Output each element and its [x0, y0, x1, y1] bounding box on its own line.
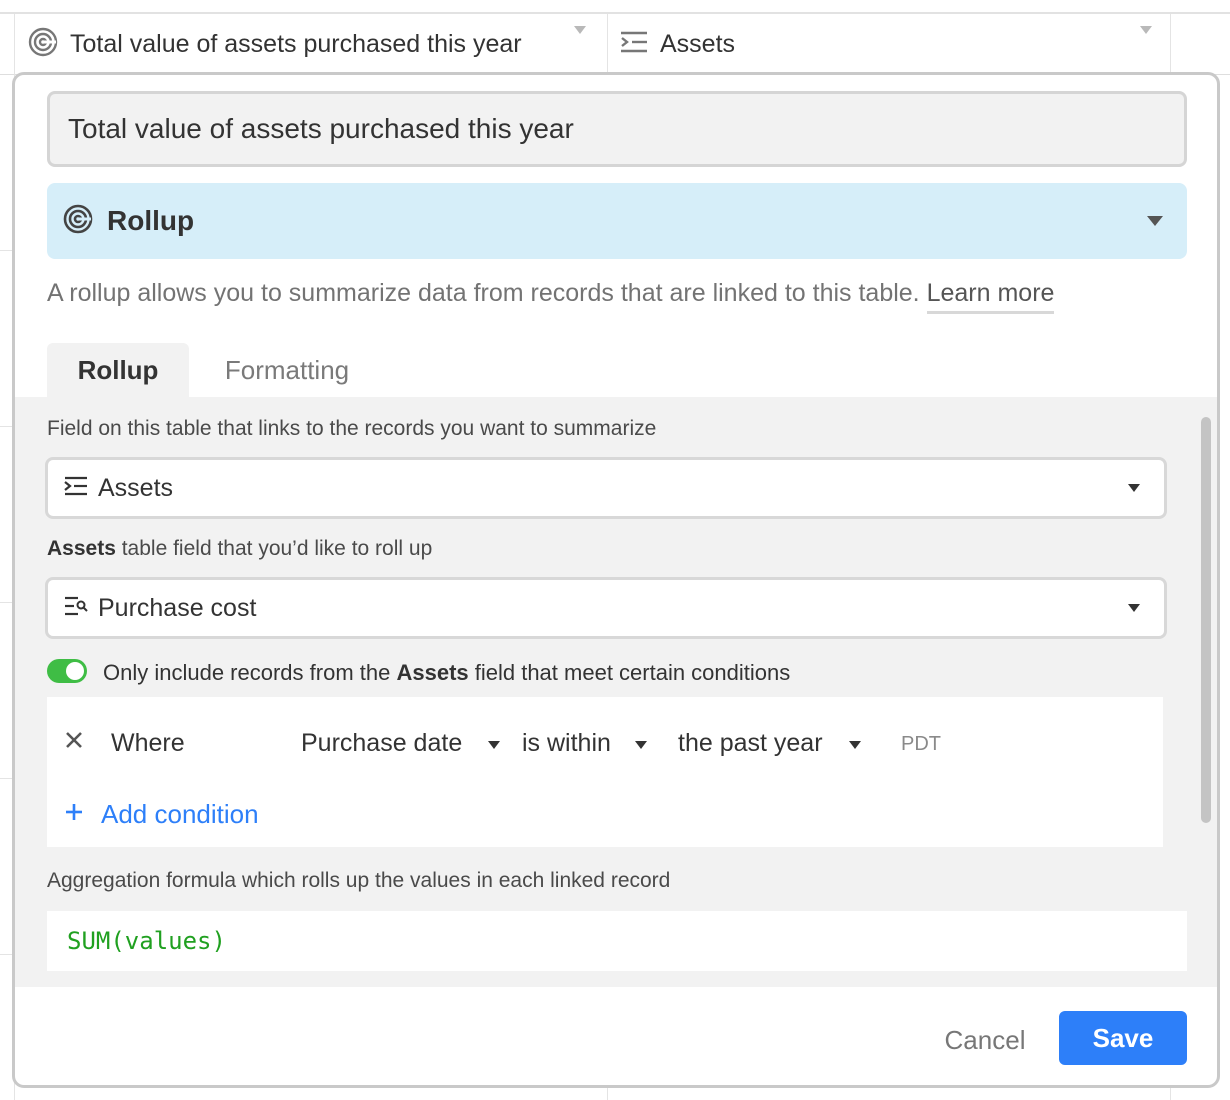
condition-value-select[interactable]: the past year — [678, 729, 823, 758]
condition-field-select[interactable]: Purchase date — [301, 729, 462, 758]
conditions-box: Where Purchase date is within the past y… — [47, 697, 1163, 847]
linked-records-icon — [620, 30, 648, 59]
plus-icon — [65, 803, 83, 826]
link-field-label: Field on this table that links to the re… — [47, 417, 657, 440]
field-type-label: Rollup — [107, 205, 195, 236]
chevron-down-icon — [849, 741, 861, 749]
chevron-down-icon — [1147, 216, 1163, 226]
toggle-knob — [66, 662, 84, 680]
condition-where-label: Where — [111, 729, 185, 757]
link-field-select[interactable]: Assets — [45, 457, 1167, 519]
rollup-spiral-icon — [28, 27, 58, 62]
condition-value: the past year — [678, 729, 823, 757]
add-condition-label: Add condition — [101, 799, 259, 829]
rollup-field-label-text: table field that you’d like to roll up — [115, 537, 433, 560]
rollup-config-panel: Field on this table that links to the re… — [15, 397, 1217, 987]
condition-operator-select[interactable]: is within — [522, 729, 611, 758]
save-button[interactable]: Save — [1059, 1011, 1187, 1065]
tab-formatting[interactable]: Formatting — [201, 343, 373, 397]
chevron-down-icon — [635, 741, 647, 749]
column-header-rollup-field[interactable]: Total value of assets purchased this yea… — [14, 14, 607, 74]
filter-label-table: Assets — [396, 660, 469, 685]
field-type-select[interactable]: Rollup — [47, 183, 1187, 259]
tab-rollup[interactable]: Rollup — [47, 343, 189, 397]
filter-label-prefix: Only include records from the — [103, 660, 397, 685]
rollup-field-value: Purchase cost — [98, 593, 257, 622]
chevron-down-icon — [1128, 604, 1140, 612]
field-type-description: A rollup allows you to summarize data fr… — [47, 279, 1187, 319]
filter-toggle[interactable] — [47, 659, 87, 683]
field-config-dialog: Rollup A rollup allows you to summarize … — [12, 72, 1220, 1088]
add-condition-button[interactable]: Add condition — [65, 799, 259, 830]
description-text: A rollup allows you to summarize data fr… — [47, 279, 920, 307]
column-menu-caret-icon[interactable] — [574, 26, 586, 34]
link-field-value: Assets — [98, 473, 174, 502]
rollup-field-label-table: Assets — [47, 537, 116, 560]
aggregation-formula-editor[interactable]: SUM(values) — [47, 911, 1187, 971]
lookup-icon — [64, 595, 88, 622]
column-header-label: Assets — [660, 29, 736, 58]
chevron-down-icon — [1128, 484, 1140, 492]
chevron-down-icon — [488, 741, 500, 749]
close-icon[interactable] — [65, 731, 83, 754]
filter-label-suffix: field that meet certain conditions — [468, 660, 791, 685]
aggregation-formula: SUM(values) — [67, 927, 226, 955]
condition-operator-value: is within — [522, 729, 611, 757]
column-menu-caret-icon[interactable] — [1140, 26, 1152, 34]
column-header-assets[interactable]: Assets — [608, 14, 1170, 74]
linked-records-icon — [64, 475, 88, 502]
rollup-field-label: Assets table field that you’d like to ro… — [47, 537, 432, 561]
condition-field-value: Purchase date — [301, 729, 463, 757]
condition-timezone: PDT — [901, 733, 941, 755]
panel-scrollbar[interactable] — [1201, 417, 1211, 823]
cancel-button[interactable]: Cancel — [935, 1015, 1035, 1065]
learn-more-link[interactable]: Learn more — [926, 279, 1055, 314]
filter-toggle-label: Only include records from the Assets fie… — [103, 660, 790, 686]
field-name-input[interactable] — [47, 91, 1187, 167]
rollup-spiral-icon — [63, 204, 93, 239]
column-header-label: Total value of assets purchased this yea… — [70, 29, 522, 58]
aggregation-label: Aggregation formula which rolls up the v… — [47, 869, 671, 892]
rollup-field-select[interactable]: Purchase cost — [45, 577, 1167, 639]
